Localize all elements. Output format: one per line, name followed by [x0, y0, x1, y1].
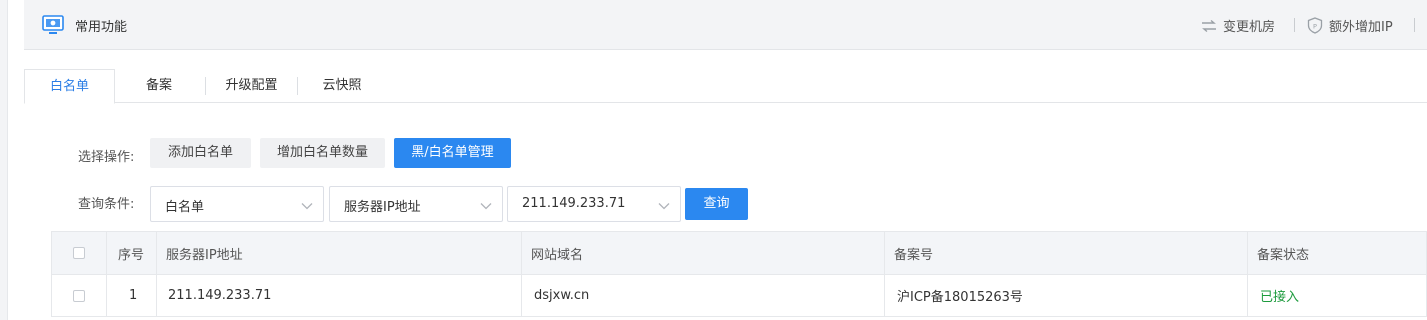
row-icp-number: 沪ICP备18015263号 [897, 290, 1023, 305]
row-server-ip: 211.149.233.71 [168, 288, 272, 303]
header-icp-status: 备案状态 [1257, 247, 1310, 263]
header-domain: 网站域名 [531, 247, 584, 263]
tab-icp-filing[interactable]: 备案 [115, 69, 203, 103]
top-bar: 常用功能 变更机房 P 额外增加IP [24, 0, 1427, 50]
column-divider [884, 232, 885, 274]
ip-shield-icon: P [1307, 17, 1323, 34]
add-extra-ip-label: 额外增加IP [1329, 20, 1393, 35]
column-divider [521, 232, 522, 274]
column-divider [521, 275, 522, 316]
tab-upgrade-config[interactable]: 升级配置 [206, 69, 297, 103]
increase-whitelist-quota-button[interactable]: 增加白名单数量 [260, 138, 385, 168]
query-field-value: 服务器IP地址 [344, 200, 421, 215]
left-rail [0, 0, 8, 320]
ip-address-select[interactable]: 211.149.233.71 [507, 186, 681, 222]
chevron-down-icon [301, 199, 313, 214]
tab-bar: 白名单 备案 升级配置 云快照 [24, 69, 1427, 104]
change-datacenter-button[interactable]: 变更机房 [1201, 16, 1275, 35]
list-type-select[interactable]: 白名单 [150, 186, 324, 222]
column-divider [106, 275, 107, 316]
table-header: 序号 服务器IP地址 网站域名 备案号 备案状态 [51, 231, 1427, 275]
action-divider [1414, 18, 1415, 32]
query-field-select[interactable]: 服务器IP地址 [329, 186, 503, 222]
row-domain: dsjxw.cn [534, 288, 590, 303]
table-row: 1 211.149.233.71 dsjxw.cn 沪ICP备18015263号… [51, 275, 1427, 317]
swap-icon [1201, 19, 1217, 33]
column-divider [884, 275, 885, 316]
chevron-down-icon [658, 199, 670, 214]
select-all-checkbox[interactable] [73, 232, 85, 274]
add-whitelist-button[interactable]: 添加白名单 [150, 138, 251, 168]
query-label: 查询条件: [78, 197, 135, 212]
column-divider [1247, 232, 1248, 274]
action-divider [1294, 18, 1295, 32]
row-index: 1 [129, 288, 138, 303]
ip-address-value: 211.149.233.71 [522, 196, 626, 211]
column-divider [1247, 275, 1248, 316]
operation-label: 选择操作: [78, 150, 135, 165]
header-icp-number: 备案号 [894, 247, 934, 263]
add-extra-ip-button[interactable]: P 额外增加IP [1307, 16, 1393, 35]
change-datacenter-label: 变更机房 [1223, 20, 1276, 35]
row-icp-status: 已接入 [1260, 290, 1300, 305]
tab-whitelist[interactable]: 白名单 [24, 69, 115, 104]
blackwhite-list-manage-button[interactable]: 黑/白名单管理 [394, 138, 511, 168]
column-divider [156, 275, 157, 316]
page-title: 常用功能 [75, 20, 128, 35]
column-divider [106, 232, 107, 274]
svg-text:P: P [1313, 22, 1317, 30]
list-type-value: 白名单 [165, 200, 205, 215]
query-button[interactable]: 查询 [685, 188, 748, 220]
column-divider [156, 232, 157, 274]
chevron-down-icon [480, 199, 492, 214]
header-server-ip: 服务器IP地址 [166, 247, 243, 263]
monitor-icon [42, 14, 64, 36]
row-checkbox[interactable] [73, 275, 85, 316]
tab-cloud-snapshot[interactable]: 云快照 [298, 69, 386, 103]
header-index: 序号 [118, 247, 145, 263]
